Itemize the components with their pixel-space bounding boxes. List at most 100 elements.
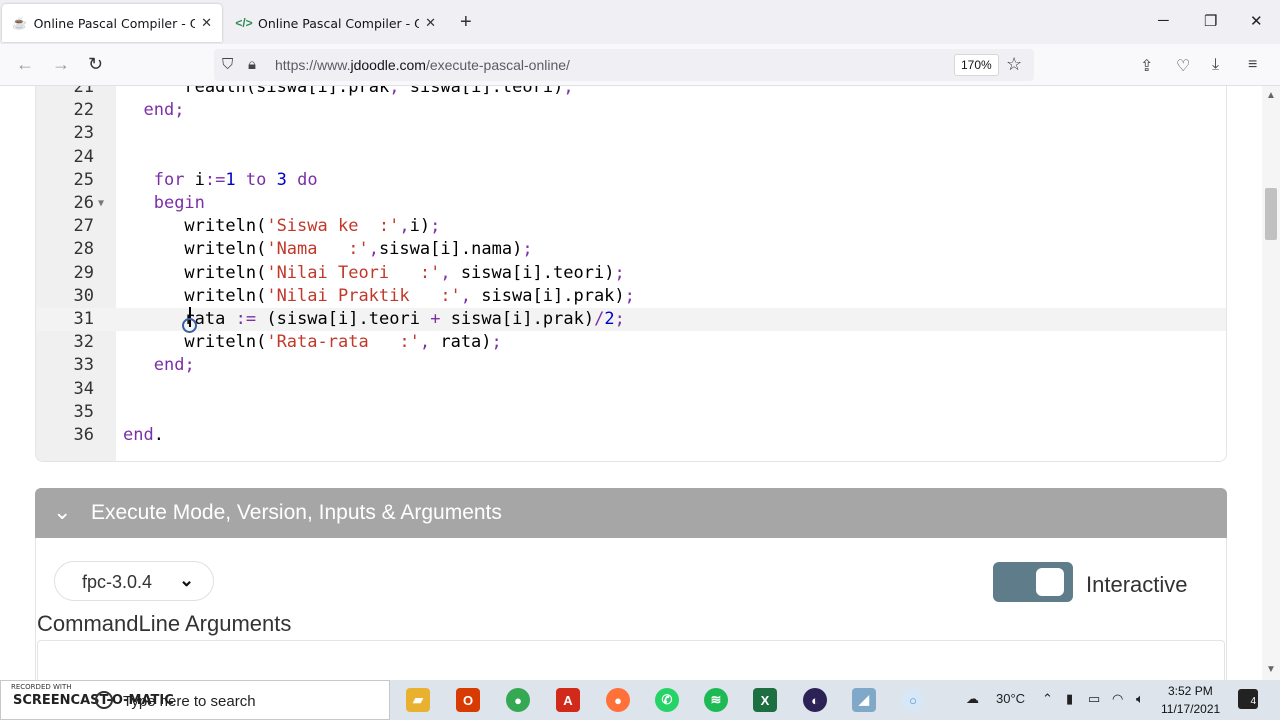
tab-title: Online Pascal Compiler - Online (258, 15, 420, 31)
code-line[interactable]: 31 rata := (siswa[i].teori + siswa[i].pr… (36, 308, 1226, 331)
chevron-down-icon: ⌄ (53, 500, 72, 525)
toggle-knob (1036, 568, 1064, 596)
weather-temperature[interactable]: 30°C (996, 691, 1025, 706)
chevron-up-icon[interactable]: ⌃ (1042, 691, 1053, 707)
code-text[interactable]: for i:=1 to 3 do (123, 169, 318, 192)
code-line[interactable]: 30 writeln('Nilai Praktik :', siswa[i].p… (36, 285, 1226, 308)
clock-date[interactable]: 11/17/2021 (1161, 702, 1220, 716)
menu-icon[interactable]: ≡ (1248, 56, 1257, 74)
code-line[interactable]: 26 ▼ begin (36, 192, 1226, 215)
office-icon[interactable]: O (456, 688, 480, 712)
restore-button[interactable]: ❐ (1204, 12, 1217, 30)
bookmark-star-icon[interactable]: ☆ (1006, 54, 1022, 75)
execute-mode-header[interactable]: ⌄ Execute Mode, Version, Inputs & Argume… (35, 488, 1227, 538)
microphone-icon[interactable]: ▮ (1066, 691, 1073, 707)
code-line[interactable]: 22 end; (36, 99, 1226, 122)
line-number: 35 (73, 401, 94, 422)
notification-icon[interactable]: 4 (1238, 689, 1258, 709)
code-line[interactable]: 24 (36, 146, 1226, 169)
tab-pascal-compiler-2[interactable]: </> Online Pascal Compiler - Online ✕ (226, 4, 446, 42)
line-number: 29 (73, 262, 94, 283)
back-arrow-icon[interactable]: ← (16, 54, 34, 74)
tab-pascal-compiler-1[interactable]: ☕ Online Pascal Compiler - Online ✕ (2, 4, 222, 42)
code-line[interactable]: 34 (36, 378, 1226, 401)
code-line[interactable]: 21 readln(siswa[i].prak, siswa[i].teori)… (36, 86, 1226, 99)
clock-time[interactable]: 3:52 PM (1168, 684, 1213, 698)
scrollbar-thumb[interactable] (1265, 188, 1277, 240)
code-text[interactable]: writeln('Rata-rata :', rata); (123, 331, 501, 354)
address-bar[interactable]: ⛉ 🔒︎ https://www.jdoodle.com/execute-pas… (214, 49, 1034, 81)
volume-icon[interactable]: 🔈︎ (1136, 691, 1144, 707)
eclipse-icon[interactable]: ◐ (803, 688, 827, 712)
interactive-toggle[interactable] (993, 562, 1073, 602)
version-select[interactable]: fpc-3.0.4 ⌄ (54, 561, 214, 601)
url-text[interactable]: https://www.jdoodle.com/execute-pascal-o… (275, 57, 570, 73)
code-line[interactable]: 36 end. (36, 424, 1226, 447)
code-line[interactable]: 25 for i:=1 to 3 do (36, 169, 1226, 192)
line-number: 31 (73, 309, 94, 329)
lock-icon[interactable]: 🔒︎ (248, 56, 256, 73)
interactive-label: Interactive (1086, 572, 1188, 597)
zoom-indicator[interactable]: 170% (954, 54, 999, 76)
excel-icon[interactable]: X (753, 688, 777, 712)
chrome-icon[interactable]: ● (506, 688, 530, 712)
line-number: 36 (73, 425, 94, 445)
firefox-icon[interactable]: ● (606, 688, 630, 712)
collections-icon[interactable]: ⇪ (1140, 56, 1153, 76)
app-icon[interactable]: ◢ (852, 688, 876, 712)
line-number: 34 (73, 378, 94, 399)
weather-icon[interactable]: ☁ (966, 691, 979, 707)
line-number: 26 (73, 193, 94, 213)
minimize-button[interactable]: ─ (1158, 12, 1169, 29)
code-text[interactable]: end; (123, 354, 195, 377)
download-icon[interactable]: ⤓ (1212, 56, 1219, 74)
scroll-up-arrow-icon[interactable]: ▲ (1266, 90, 1276, 101)
code-text[interactable]: end; (123, 99, 184, 122)
pocket-icon[interactable]: ♡ (1176, 56, 1190, 76)
reload-icon[interactable]: ↻ (88, 54, 103, 74)
shield-icon[interactable]: ⛉ (222, 56, 233, 73)
scroll-down-arrow-icon[interactable]: ▼ (1266, 664, 1276, 675)
close-tab-icon[interactable]: ✕ (201, 15, 212, 31)
new-tab-button[interactable]: + (460, 12, 472, 32)
nav-bar: ← → ↻ ⛉ 🔒︎ https://www.jdoodle.com/execu… (0, 44, 1280, 86)
code-line[interactable]: 23 (36, 122, 1226, 145)
battery-icon[interactable]: ▭ (1088, 691, 1100, 707)
chevron-down-icon: ⌄ (179, 570, 195, 590)
line-number: 28 (73, 239, 94, 260)
close-window-button[interactable]: ✕ (1250, 12, 1263, 30)
search-icon (95, 691, 113, 709)
line-number: 21 (73, 86, 94, 97)
code-text[interactable]: writeln('Siswa ke :',i); (123, 215, 440, 238)
page-scrollbar[interactable]: ▲ ▼ (1262, 86, 1280, 680)
code-line[interactable]: 27 writeln('Siswa ke :',i); (36, 215, 1226, 238)
url-path: /execute-pascal-online/ (425, 57, 570, 73)
code-text[interactable]: rata := (siswa[i].teori + siswa[i].prak)… (123, 308, 624, 331)
code-text[interactable]: end. (123, 424, 164, 447)
code-text[interactable]: begin (123, 192, 205, 215)
taskbar-search-box[interactable]: RECORDED WITH SCREENCAST-O-MATIC Type he… (0, 680, 390, 720)
wifi-icon[interactable]: ◠ (1112, 691, 1123, 707)
execute-mode-title: Execute Mode, Version, Inputs & Argument… (91, 501, 502, 524)
code-line[interactable]: 29 writeln('Nilai Teori :', siswa[i].teo… (36, 262, 1226, 285)
code-line[interactable]: 35 (36, 401, 1226, 424)
whatsapp-icon[interactable]: ✆ (655, 688, 679, 712)
url-host: jdoodle.com (350, 57, 426, 73)
commandline-arguments-input[interactable] (37, 640, 1225, 680)
file-explorer-icon[interactable]: ▰ (406, 688, 430, 712)
acrobat-icon[interactable]: A (556, 688, 580, 712)
cortana-icon[interactable]: ○ (901, 688, 925, 712)
forward-arrow-icon[interactable]: → (52, 54, 70, 74)
fold-toggle-icon[interactable]: ▼ (98, 192, 104, 215)
taskbar: RECORDED WITH SCREENCAST-O-MATIC Type he… (0, 680, 1280, 720)
code-line[interactable]: 32 writeln('Rata-rata :', rata); (36, 331, 1226, 354)
close-tab-icon[interactable]: ✕ (425, 15, 436, 31)
code-line[interactable]: 28 writeln('Nama :',siswa[i].nama); (36, 238, 1226, 261)
code-text[interactable]: writeln('Nilai Praktik :', siswa[i].prak… (123, 285, 635, 308)
code-text[interactable]: readln(siswa[i].prak, siswa[i].teori); (123, 86, 573, 99)
code-text[interactable]: writeln('Nama :',siswa[i].nama); (123, 238, 532, 261)
code-line[interactable]: 33 end; (36, 354, 1226, 377)
code-text[interactable]: writeln('Nilai Teori :', siswa[i].teori)… (123, 262, 624, 285)
spotify-icon[interactable]: ≋ (704, 688, 728, 712)
code-editor[interactable]: 21 readln(siswa[i].prak, siswa[i].teori)… (35, 86, 1227, 462)
